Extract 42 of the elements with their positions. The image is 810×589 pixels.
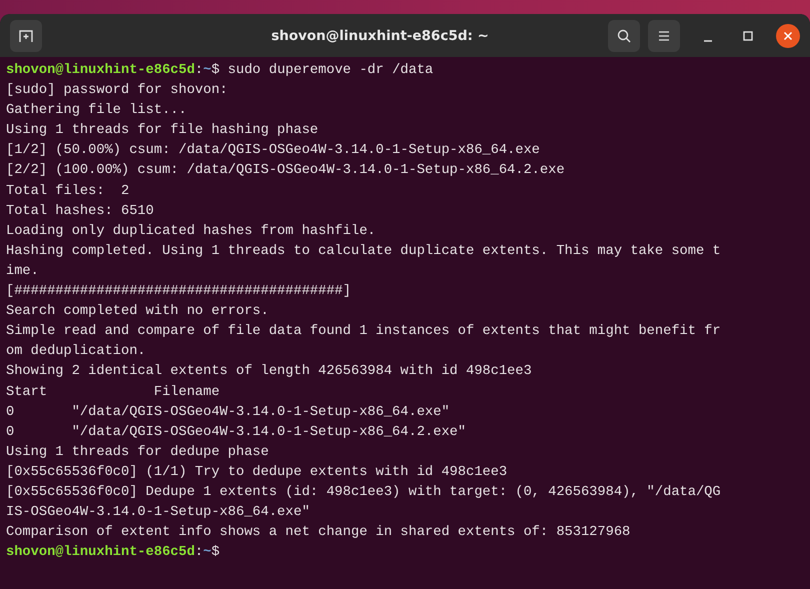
prompt-path: ~ [203, 63, 212, 78]
output-line: Hashing completed. Using 1 threads to calculate duplicate extents. This may take some t [6, 244, 721, 259]
output-line: Search completed with no errors. [6, 304, 269, 320]
prompt-separator: : [194, 545, 204, 560]
prompt-user: shovon@linuxhint-e86c5d [6, 63, 195, 78]
close-button[interactable] [776, 24, 800, 48]
search-icon [616, 28, 632, 44]
output-line: [0x55c65536f0c0] Dedupe 1 extents (id: 498c1ee3) with target: (0, 426563984), "/data/QG [6, 484, 721, 500]
output-line: IS-OSGeo4W-3.14.0-1-Setup-x86_64.exe" [6, 505, 310, 520]
new-tab-icon [18, 28, 34, 44]
prompt-user: shovon@linuxhint-e86c5d [6, 545, 195, 560]
window-title: shovon@linuxhint-e86c5d: ~ [270, 28, 490, 44]
output-line: 0 "/data/QGIS-OSGeo4W-3.14.0-1-Setup-x86_64.2.exe" [6, 424, 466, 440]
output-line: Loading only duplicated hashes from hashfile. [6, 224, 376, 239]
output-line: om deduplication. [6, 344, 146, 360]
output-line: ime. [6, 264, 39, 279]
output-line: Simple read and compare of file data found 1 instances of extents that might benefit fr [6, 324, 721, 340]
output-line: Showing 2 identical extents of length 426563984 with id 498c1ee3 [6, 364, 532, 380]
output-line: Comparison of extent info shows a net change in shared extents of: 853127968 [6, 525, 630, 540]
output-line: [sudo] password for shovon: [6, 83, 228, 98]
output-line: Start Filename [6, 384, 220, 400]
output-line: 0 "/data/QGIS-OSGeo4W-3.14.0-1-Setup-x86_64.exe" [6, 404, 450, 420]
menu-icon [657, 30, 671, 42]
prompt-path: ~ [203, 545, 212, 560]
output-line: Total hashes: 6510 [6, 204, 154, 219]
new-tab-button[interactable] [10, 20, 42, 52]
menu-button[interactable] [648, 20, 680, 52]
command-text: $ sudo duperemove -dr /data [211, 63, 434, 78]
output-line: [########################################] [6, 284, 351, 300]
close-icon [783, 30, 793, 40]
search-button[interactable] [608, 20, 640, 52]
output-line: [0x55c65536f0c0] (1/1) Try to dedupe extents with id 498c1ee3 [6, 464, 508, 480]
output-line: [2/2] (100.00%) csum: /data/QGIS-OSGeo4W-3.14.0-1-Setup-x86_64.2.exe [6, 163, 565, 178]
output-line: Using 1 threads for file hashing phase [6, 123, 318, 138]
output-line: Gathering file list... [6, 103, 187, 118]
minimize-icon [704, 40, 712, 42]
output-line: [1/2] (50.00%) csum: /data/QGIS-OSGeo4W-3.14.0-1-Setup-x86_64.exe [6, 143, 540, 158]
output-line: Total files: 2 [6, 184, 130, 199]
output-line: Using 1 threads for dedupe phase [6, 444, 269, 460]
maximize-icon [743, 30, 753, 40]
prompt-separator: : [194, 63, 204, 78]
command-text: $ [211, 545, 220, 560]
